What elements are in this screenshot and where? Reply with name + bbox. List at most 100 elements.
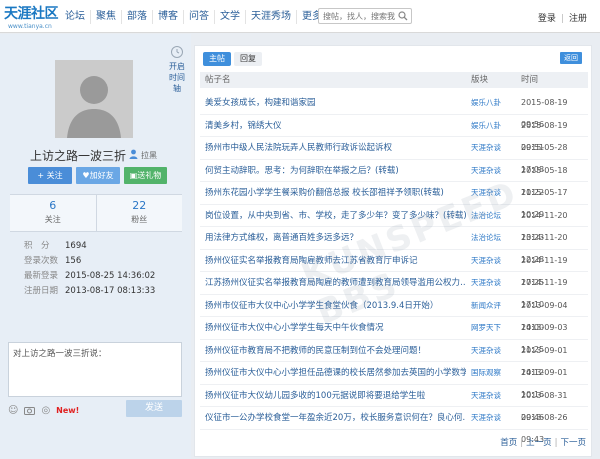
post-board-link[interactable]: 娱乐八卦: [471, 115, 501, 137]
post-title-link[interactable]: 扬州东花园小学学生餐采购价翻倍总报 校长邵祖祥予领职(转载): [205, 182, 466, 204]
back-button[interactable]: 返回: [560, 52, 582, 64]
col-time: 时间: [521, 75, 539, 85]
post-board-link[interactable]: 法治论坛: [471, 227, 501, 249]
nav-item-focus[interactable]: 聚焦: [90, 10, 121, 24]
send-gift-button[interactable]: ▣送礼物: [124, 167, 167, 184]
post-title-link[interactable]: 扬州仪征市大仪幼儿园多收的100元据说即将要退给学生啦: [205, 385, 466, 407]
circle-icon[interactable]: ◎: [41, 405, 50, 416]
table-row: 扬州东花园小学学生餐采购价翻倍总报 校长邵祖祥予领职(转载) 天涯杂谈 2015-0…: [200, 182, 588, 219]
post-board-link[interactable]: 娱乐八卦: [471, 92, 501, 114]
nav-item-literature[interactable]: 文学: [214, 10, 245, 24]
send-button[interactable]: 发送: [126, 400, 182, 417]
info-row-points: 积 分 1694: [24, 241, 87, 251]
table-row: 用法律方式维权，离普通百姓多远多远？ 法治论坛 2014-11-20 12:28: [200, 227, 588, 264]
post-board-link[interactable]: 天涯杂谈: [471, 160, 501, 182]
timeline-toggle[interactable]: 开启时间轴: [167, 46, 187, 94]
follow-stats: 6 关注 22 粉丝: [10, 194, 182, 232]
nav-item-blog[interactable]: 博客: [152, 10, 183, 24]
post-board-link[interactable]: 法治论坛: [471, 205, 501, 227]
user-icon: [129, 149, 138, 159]
auth-links: 登录 | 注册: [533, 11, 592, 24]
heart-icon: ♥: [82, 171, 90, 180]
table-row: 岗位设置，从中央到省、市、学校，走了多少年？变了多少味？(转载) 法治论坛 2014…: [200, 205, 588, 242]
clock-icon: [171, 46, 183, 58]
post-title-link[interactable]: 扬州市仪征市大仪中心小学学生食堂伙食（2013.9.4日开始）: [205, 295, 466, 317]
follow-button[interactable]: + 关注: [28, 167, 72, 184]
profile-info: 积 分 1694 登录次数 156 最新登录 2015-08-25 14:36:02 …: [24, 239, 155, 299]
profile-actions: + 关注 ♥加好友 ▣送礼物: [28, 167, 167, 184]
post-title-link[interactable]: 扬州仪征实名举报教育局陶雇教师去江苏省教育厅申诉记: [205, 250, 466, 272]
default-avatar-icon: [55, 60, 133, 138]
login-link[interactable]: 登录: [533, 14, 561, 24]
register-link[interactable]: 注册: [564, 14, 592, 24]
top-navbar: 天涯社区 www.tianya.cn 论坛 聚焦 部落 博客 问答 文学 天涯秀…: [0, 0, 600, 33]
post-list: 美爱女孩成长，构建和谐家园 娱乐八卦 2015-08-19 09:56 清美乡村，锦绣…: [200, 92, 588, 444]
post-title-link[interactable]: 江苏扬州仪征实名举报教育局陶雇的教师遭到教育局领导滥用公权力…: [205, 272, 466, 294]
post-board-link[interactable]: 天涯杂谈: [471, 385, 501, 407]
tab-main-posts[interactable]: 主帖: [203, 52, 231, 66]
table-header: 帖子名 版块 时间: [200, 72, 588, 88]
post-board-link[interactable]: 天涯杂谈: [471, 182, 501, 204]
nav-item-forum[interactable]: 论坛: [60, 10, 90, 24]
post-board-link[interactable]: 天涯杂谈: [471, 340, 501, 362]
posts-panel: 主帖 回复 返回 帖子名 版块 时间 美爱女孩成长，构建和谐家园 娱乐八卦 2015…: [194, 45, 592, 457]
info-row-register-date: 注册日期 2013-08-17 08:13:33: [24, 286, 156, 296]
post-title-link[interactable]: 清美乡村，锦绣大仪: [205, 115, 466, 137]
table-row: 何贸主动辞职。思考：为何辞职在举报之后？(转载) 天涯杂谈 2015-05-18 1…: [200, 160, 588, 197]
prev-page-link[interactable]: 上一页: [526, 438, 552, 448]
next-page-link[interactable]: 下一页: [560, 438, 586, 448]
post-tabs: 主帖 回复: [203, 52, 262, 66]
post-board-link[interactable]: 网罗天下: [471, 317, 501, 339]
table-row: 扬州市中级人民法院玩弄人民教师行政诉讼起诉权 天涯杂谈 2015-05-28 17:…: [200, 137, 588, 174]
camera-icon[interactable]: [24, 406, 36, 415]
post-title-link[interactable]: 扬州仪征市教育局不把教师的民意压制到位不会处理问题！: [205, 340, 466, 362]
post-title-link[interactable]: 岗位设置，从中央到省、市、学校，走了多少年？变了多少味？(转载): [205, 205, 466, 227]
post-title-link[interactable]: 扬州仪征市大仪中心小学学生每天中午伙食情况: [205, 317, 466, 339]
post-board-link[interactable]: 天涯杂谈: [471, 137, 501, 159]
info-row-logins: 登录次数 156: [24, 256, 82, 266]
table-row: 扬州市仪征市大仪中心小学学生食堂伙食（2013.9.4日开始） 新闻众评 2013-…: [200, 295, 588, 332]
table-row: 清美乡村，锦绣大仪 娱乐八卦 2015-08-19 09:51: [200, 115, 588, 152]
pagination: 首页 | 上一页 | 下一页: [500, 438, 586, 448]
col-title: 帖子名: [205, 75, 231, 85]
post-title-link[interactable]: 扬州仪征市大仪中心小学担任品德课的校长居然参加去英国的小学数学…: [205, 362, 466, 384]
emoji-icon[interactable]: ☺: [8, 405, 18, 416]
post-title-link[interactable]: 用法律方式维权，离普通百姓多远多远？: [205, 227, 466, 249]
message-textarea[interactable]: 对上访之路一波三折说：: [8, 342, 182, 397]
fans-stat[interactable]: 22 粉丝: [95, 195, 183, 231]
first-page-link[interactable]: 首页: [500, 438, 517, 448]
profile-sidebar: 开启时间轴 上访之路一波三折 拉黑 + 关注 ♥加好友 ▣送礼物 6 关注 22…: [0, 34, 191, 459]
main-nav: 论坛 聚焦 部落 博客 问答 文学 天涯秀场 更多▾: [60, 10, 333, 24]
post-board-link[interactable]: 国际观察: [471, 362, 501, 384]
search-icon[interactable]: [398, 11, 408, 21]
nav-item-show[interactable]: 天涯秀场: [245, 10, 296, 24]
table-row: 扬州仪征市大仪中心小学学生每天中午伙食情况 网罗天下 2013-09-03 11:2…: [200, 317, 588, 354]
nav-item-tribe[interactable]: 部落: [121, 10, 152, 24]
post-title-link[interactable]: 美爱女孩成长，构建和谐家园: [205, 92, 466, 114]
post-board-link[interactable]: 天涯杂谈: [471, 272, 501, 294]
following-stat[interactable]: 6 关注: [10, 195, 96, 231]
site-logo[interactable]: 天涯社区 www.tianya.cn: [4, 3, 59, 31]
tab-replies[interactable]: 回复: [234, 52, 262, 66]
table-row: 扬州仪征市大仪幼儿园多收的100元据说即将要退给学生啦 天涯杂谈 2013-08-3…: [200, 385, 588, 422]
username: 上访之路一波三折: [30, 149, 127, 163]
post-title-link[interactable]: 何贸主动辞职。思考：为何辞职在举报之后？(转载): [205, 160, 466, 182]
blacklist-link[interactable]: 拉黑: [141, 150, 157, 161]
post-title-link[interactable]: 扬州市中级人民法院玩弄人民教师行政诉讼起诉权: [205, 137, 466, 159]
table-row: 扬州仪征市教育局不把教师的民意压制到位不会处理问题！ 天涯杂谈 2013-09-01…: [200, 340, 588, 377]
post-board-link[interactable]: 天涯杂谈: [471, 407, 501, 429]
post-title-link[interactable]: 仪征市一公办学校食堂一年盈余近20万，校长服务意识何在？良心何…: [205, 407, 466, 429]
table-row: 江苏扬州仪征实名举报教育局陶雇的教师遭到教育局领导滥用公权力… 天涯杂谈 2014-…: [200, 272, 588, 309]
new-badge: New!: [56, 406, 80, 415]
table-row: 扬州仪征市大仪中心小学担任品德课的校长居然参加去英国的小学数学… 国际观察 2013…: [200, 362, 588, 399]
nav-item-qa[interactable]: 问答: [183, 10, 214, 24]
avatar[interactable]: [55, 60, 133, 138]
add-friend-button[interactable]: ♥加好友: [76, 167, 120, 184]
table-row: 扬州仪征实名举报教育局陶雇教师去江苏省教育厅申诉记 天涯杂谈 2014-11-19 …: [200, 250, 588, 287]
info-row-last-login: 最新登录 2015-08-25 14:36:02: [24, 271, 156, 281]
search-input[interactable]: [319, 9, 397, 23]
search-box: [318, 8, 412, 24]
table-row: 仪征市一公办学校食堂一年盈余近20万，校长服务意识何在？良心何… 天涯杂谈 2013…: [200, 407, 588, 444]
post-board-link[interactable]: 新闻众评: [471, 295, 501, 317]
post-board-link[interactable]: 天涯杂谈: [471, 250, 501, 272]
